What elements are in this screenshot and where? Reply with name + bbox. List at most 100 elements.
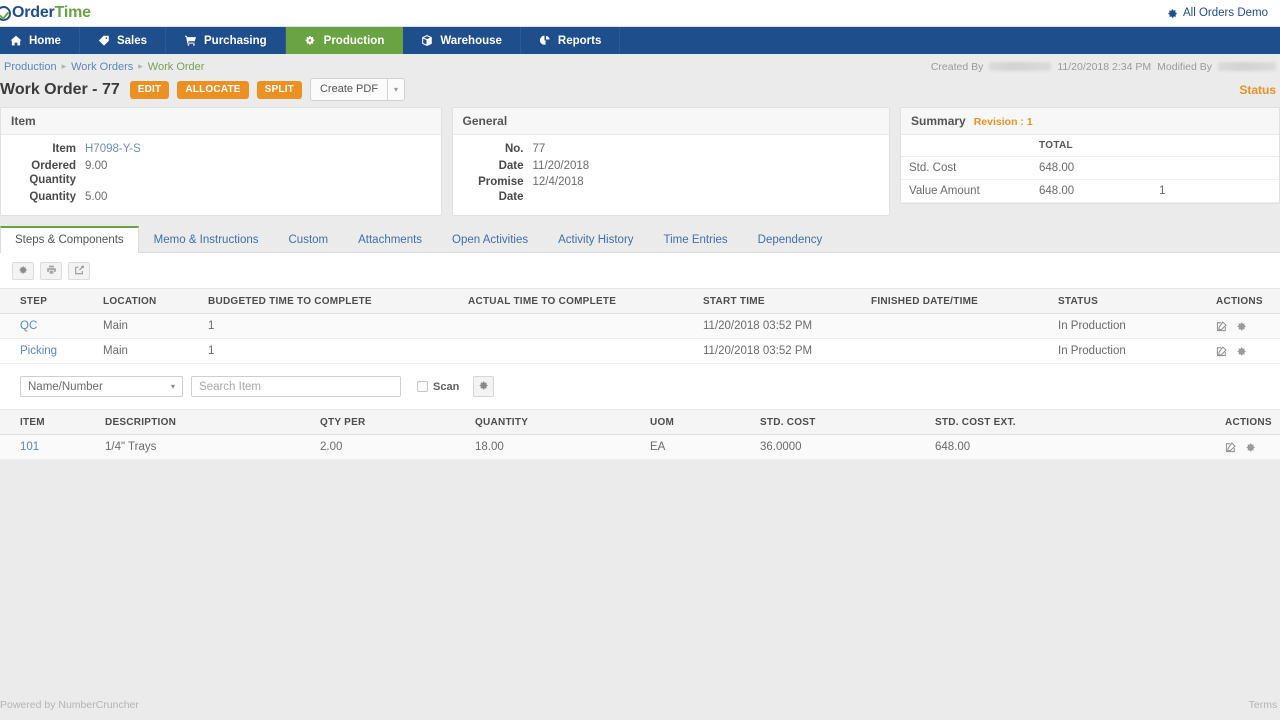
summary-panel-heading: Summary Revision : 1 [901,108,1279,136]
steps-table: STEP LOCATION BUDGETED TIME TO COMPLETE … [0,288,1280,365]
components-col-description: DESCRIPTION [105,409,320,436]
components-col-qty-per: QTY PER [320,409,475,436]
item-panel: Item Item H7098-Y-S Ordered Quantity 9.0… [0,107,442,217]
tab-open-activities[interactable]: Open Activities [437,226,543,253]
created-by-label: Created By [930,60,984,73]
create-pdf-button[interactable]: Create PDF [309,78,389,102]
chevron-down-icon[interactable]: ▾ [388,78,406,102]
tab-memo-instructions[interactable]: Memo & Instructions [139,226,274,253]
steps-col-start-time: START TIME [703,288,871,315]
step-finished-datetime [871,338,1058,365]
tab-steps-components[interactable]: Steps & Components [0,226,139,254]
component-qty-per: 2.00 [320,434,475,461]
export-button[interactable] [68,262,90,281]
steps-components-panel: STEP LOCATION BUDGETED TIME TO COMPLETE … [0,253,1280,461]
step-start-time: 11/20/2018 03:52 PM [703,338,871,365]
tab-dependency[interactable]: Dependency [743,226,838,253]
summary-extra-value-amount: 1 [1151,179,1279,204]
field-promise-date-value: 12/4/2018 [532,176,584,189]
app-logo[interactable]: Order Time [0,4,91,22]
field-item: Item H7098-Y-S [1,141,431,158]
page-footer: Powered by NumberCruncher Terms o [0,694,1280,720]
created-date: 11/20/2018 2:34 PM [1057,60,1152,73]
table-row: QC Main 1 11/20/2018 03:52 PM In Product… [0,313,1280,340]
step-budgeted-time: 1 [208,338,468,365]
component-uom: EA [650,434,760,461]
components-table: ITEM DESCRIPTION QTY PER QUANTITY UOM ST… [0,409,1280,461]
scan-checkbox[interactable] [417,381,428,393]
field-date: Date 11/20/2018 [453,158,880,175]
table-row: Picking Main 1 11/20/2018 03:52 PM In Pr… [0,338,1280,365]
component-std-cost-ext: 648.00 [935,434,1225,461]
component-settings-button[interactable] [473,376,495,398]
component-item-number[interactable]: 101 [20,441,39,453]
search-field-select-value: Name/Number [28,380,103,393]
step-status: In Production [1058,313,1216,340]
field-quantity-label: Quantity [29,190,76,203]
tab-custom[interactable]: Custom [274,226,344,253]
edit-icon[interactable] [1216,345,1227,357]
gear-icon [18,264,28,278]
component-std-cost: 36.0000 [760,434,935,461]
field-quantity: Quantity 5.00 [1,189,431,206]
step-actual-time [468,313,703,340]
account-menu[interactable]: All Orders Demo [1167,7,1268,19]
tab-activity-history[interactable]: Activity History [543,226,648,253]
steps-col-actions: ACTIONS [1216,288,1280,315]
logo-text-time: Time [54,4,91,21]
nav-item-home[interactable]: Home [0,27,80,54]
tab-time-entries[interactable]: Time Entries [649,226,743,253]
components-col-uom: UOM [650,409,760,436]
components-col-std-cost-ext: STD. COST EXT. [935,409,1225,436]
summary-col-extra [1151,135,1279,158]
row-actions [1216,345,1274,357]
modified-by-value-redacted [1218,62,1276,71]
main-navigation: Home Sales Purchasing Production Warehou… [0,27,1280,54]
breadcrumb-item-work-order: Work Order [147,60,205,73]
print-button[interactable] [40,262,62,281]
nav-item-sales[interactable]: Sales [80,27,167,54]
nav-item-warehouse[interactable]: Warehouse [403,27,521,54]
gear-icon[interactable] [1245,442,1256,453]
edit-icon[interactable] [1216,320,1227,332]
nav-label-warehouse: Warehouse [440,34,502,47]
breadcrumb-item-work-orders[interactable]: Work Orders [71,61,133,73]
search-field-select[interactable]: Name/Number ▾ [20,376,183,398]
breadcrumb-separator-icon: ▸ [61,61,67,71]
steps-col-location: LOCATION [103,288,208,315]
search-input[interactable] [191,376,401,398]
field-item-value[interactable]: H7098-Y-S [85,142,141,157]
step-name-picking[interactable]: Picking [20,345,57,357]
nav-item-purchasing[interactable]: Purchasing [166,27,286,54]
summary-panel: Summary Revision : 1 TOTAL Std. Cost 648… [900,107,1280,205]
breadcrumb-separator-icon: ▸ [138,61,143,71]
component-filter-bar: Name/Number ▾ Scan [0,364,1280,410]
terms-link[interactable]: Terms o [1249,699,1280,711]
field-no-value: 77 [532,143,546,156]
gear-icon[interactable] [1236,346,1247,357]
settings-button[interactable] [12,262,34,281]
scan-toggle[interactable]: Scan [417,381,459,393]
tab-attachments[interactable]: Attachments [343,226,437,253]
components-table-header-row: ITEM DESCRIPTION QTY PER QUANTITY UOM ST… [0,409,1280,436]
breadcrumb-item-production[interactable]: Production [4,61,57,73]
edit-icon[interactable] [1225,441,1236,453]
gear-icon[interactable] [1236,321,1247,332]
nav-label-reports: Reports [557,34,602,47]
home-icon [10,35,22,46]
summary-heading-text: Summary [911,114,966,129]
summary-label-std-cost: Std. Cost [901,156,1032,181]
modified-by-label: Modified By [1157,60,1212,73]
account-name: All Orders Demo [1183,7,1268,19]
steps-col-finished-datetime: FINISHED DATE/TIME [871,288,1058,315]
split-button[interactable]: SPLIT [256,80,302,99]
allocate-button[interactable]: ALLOCATE [177,80,249,99]
nav-item-reports[interactable]: Reports [521,27,621,54]
step-name-qc[interactable]: QC [20,320,37,332]
nav-item-production[interactable]: Production [285,27,404,54]
status-link[interactable]: Status [1239,83,1280,97]
top-bar: Order Time All Orders Demo [0,0,1280,27]
logo-text-order: Order [12,4,55,21]
edit-button[interactable]: EDIT [129,80,170,99]
components-col-item: ITEM [0,409,105,436]
